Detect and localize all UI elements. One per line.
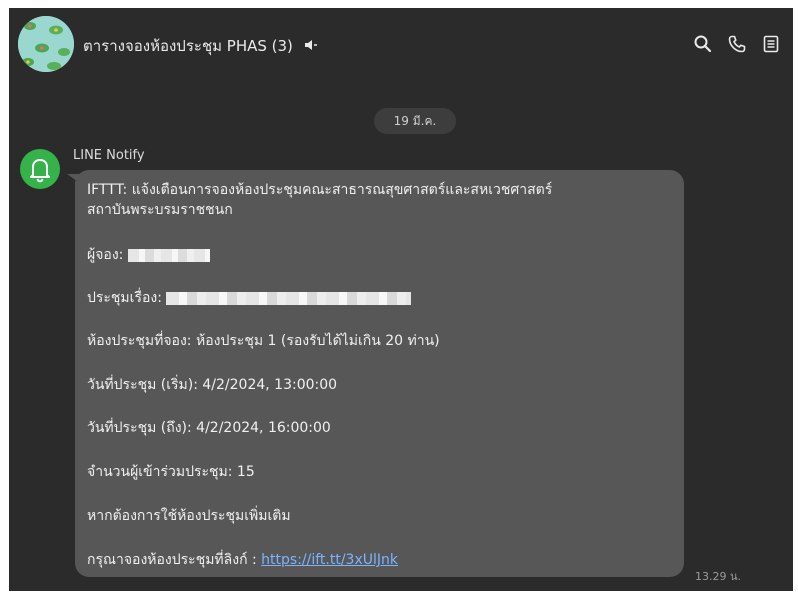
redacted-booker-name — [127, 248, 210, 262]
booking-link[interactable]: https://ift.tt/3xUlJnk — [261, 552, 398, 568]
meeting-topic-label: ประชุมเรื่อง: — [87, 290, 162, 306]
message-line: IFTTT: แจ้งเตือนการจองห้องประชุมคณะสาธาร… — [87, 182, 553, 198]
message-line: ห้องประชุมที่จอง: ห้องประชุม 1 (รองรับได… — [87, 333, 440, 349]
header-actions — [693, 34, 781, 54]
chat-window: ตารางจองห้องประชุม PHAS (3) 19 มี.ค. LIN… — [9, 8, 793, 591]
group-avatar-pattern — [18, 16, 74, 72]
booking-link-label: กรุณาจองห้องประชุมที่ลิงก์ : — [87, 552, 257, 568]
booker-label: ผู้จอง: — [87, 247, 124, 263]
search-icon[interactable] — [693, 34, 713, 54]
chat-title: ตารางจองห้องประชุม PHAS (3) — [83, 37, 293, 55]
date-separator: 19 มี.ค. — [374, 108, 456, 134]
message-line: หากต้องการใช้ห้องประชุมเพิ่มเติม — [87, 508, 291, 524]
speaker-muted-icon — [304, 39, 318, 55]
booking-link-row: กรุณาจองห้องประชุมที่ลิงก์ : https://ift… — [87, 551, 398, 570]
sender-name: LINE Notify — [73, 148, 145, 163]
message-line: วันที่ประชุม (เริ่ม): 4/2/2024, 13:00:00 — [87, 377, 338, 393]
booker-row: ผู้จอง: — [87, 246, 210, 265]
notes-icon[interactable] — [761, 34, 781, 54]
message-line: สถาบันพระบรมราชชนก — [87, 202, 233, 218]
redacted-meeting-topic — [166, 291, 412, 305]
message-time: 13.29 น. — [695, 570, 742, 583]
chat-header: ตารางจองห้องประชุม PHAS (3) — [9, 8, 793, 78]
bell-icon — [30, 159, 50, 183]
meeting-topic-row: ประชุมเรื่อง: — [87, 289, 412, 308]
line-notify-avatar[interactable] — [20, 149, 60, 189]
message-line: จำนวนผู้เข้าร่วมประชุม: 15 — [87, 464, 255, 480]
chat-title-row: ตารางจองห้องประชุม PHAS (3) — [83, 34, 318, 58]
message-line: วันที่ประชุม (ถึง): 4/2/2024, 16:00:00 — [87, 420, 331, 436]
group-avatar[interactable] — [18, 16, 74, 72]
phone-icon[interactable] — [727, 34, 747, 54]
